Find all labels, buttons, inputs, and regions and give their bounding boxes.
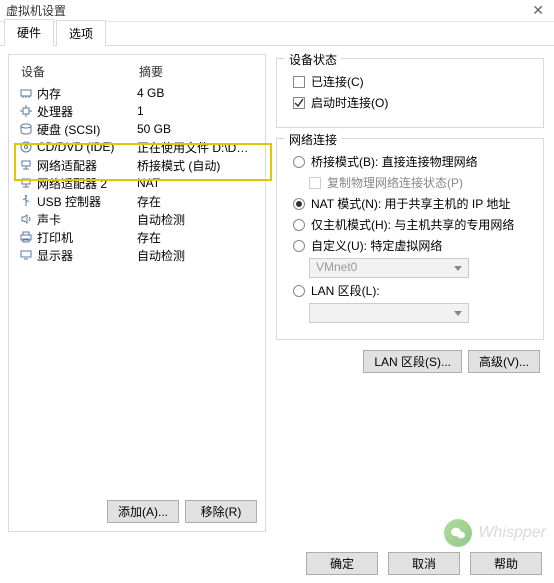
bridge-label: 桥接模式(B): 直接连接物理网络 xyxy=(311,153,478,170)
device-summary: 存在 xyxy=(137,193,255,210)
bridge-radio[interactable] xyxy=(293,156,305,168)
bridge-replicate-label: 复制物理网络连接状态(P) xyxy=(327,174,463,191)
help-button[interactable]: 帮助 xyxy=(470,552,542,575)
lan-segment-select xyxy=(309,303,469,323)
device-name: 内存 xyxy=(37,85,137,102)
sound-icon xyxy=(19,213,33,225)
device-row[interactable]: 网络适配器桥接模式 (自动) xyxy=(15,156,259,174)
device-row[interactable]: 显示器自动检测 xyxy=(15,246,259,264)
custom-radio[interactable] xyxy=(293,240,305,252)
device-status-group: 设备状态 已连接(C) 启动时连接(O) xyxy=(276,58,544,128)
device-summary: 1 xyxy=(137,104,255,118)
tab-options[interactable]: 选项 xyxy=(56,20,106,46)
title-bar: 虚拟机设置 ✕ xyxy=(0,0,554,22)
device-summary: 50 GB xyxy=(137,122,255,136)
device-summary: 自动检测 xyxy=(137,211,255,228)
device-name: CD/DVD (IDE) xyxy=(37,140,137,154)
header-summary: 摘要 xyxy=(139,63,163,80)
device-name: 硬盘 (SCSI) xyxy=(37,121,137,138)
device-panel: 设备 摘要 内存4 GB处理器1硬盘 (SCSI)50 GBCD/DVD (ID… xyxy=(8,54,266,532)
advanced-button[interactable]: 高级(V)... xyxy=(468,350,540,373)
device-name: 打印机 xyxy=(37,229,137,246)
hostonly-radio[interactable] xyxy=(293,219,305,231)
close-icon[interactable]: ✕ xyxy=(528,2,548,19)
remove-button[interactable]: 移除(R) xyxy=(185,500,257,523)
nat-radio[interactable] xyxy=(293,198,305,210)
lan-radio[interactable] xyxy=(293,285,305,297)
device-name: 显示器 xyxy=(37,247,137,264)
dialog-footer: 确定 取消 帮助 xyxy=(306,552,542,575)
printer-icon xyxy=(19,231,33,243)
connect-on-power-label: 启动时连接(O) xyxy=(311,94,388,111)
device-name: 网络适配器 2 xyxy=(37,175,137,192)
device-row[interactable]: 声卡自动检测 xyxy=(15,210,259,228)
device-summary: 自动检测 xyxy=(137,247,255,264)
device-row[interactable]: 硬盘 (SCSI)50 GB xyxy=(15,120,259,138)
custom-network-select: VMnet0 xyxy=(309,258,469,278)
device-name: 声卡 xyxy=(37,211,137,228)
cancel-button[interactable]: 取消 xyxy=(388,552,460,575)
device-summary: NAT xyxy=(137,176,255,190)
network-connection-group: 网络连接 桥接模式(B): 直接连接物理网络 复制物理网络连接状态(P) NAT… xyxy=(276,138,544,340)
network-icon xyxy=(19,159,33,171)
device-list-header: 设备 摘要 xyxy=(15,61,259,84)
wechat-icon xyxy=(444,519,472,547)
custom-label: 自定义(U): 特定虚拟网络 xyxy=(311,237,442,254)
add-button[interactable]: 添加(A)... xyxy=(107,500,179,523)
device-row[interactable]: USB 控制器存在 xyxy=(15,192,259,210)
cpu-icon xyxy=(19,105,33,117)
settings-panel: 设备状态 已连接(C) 启动时连接(O) 网络连接 桥接模式(B): 直接连接物… xyxy=(274,54,546,532)
ok-button[interactable]: 确定 xyxy=(306,552,378,575)
device-summary: 存在 xyxy=(137,229,255,246)
watermark-text: Whispper xyxy=(478,524,546,542)
device-summary: 桥接模式 (自动) xyxy=(137,157,255,174)
disk-icon xyxy=(19,123,33,135)
cd-icon xyxy=(19,141,33,153)
device-summary: 4 GB xyxy=(137,86,255,100)
device-row[interactable]: 打印机存在 xyxy=(15,228,259,246)
device-row[interactable]: 处理器1 xyxy=(15,102,259,120)
device-row[interactable]: 内存4 GB xyxy=(15,84,259,102)
memory-icon xyxy=(19,87,33,99)
device-name: 处理器 xyxy=(37,103,137,120)
display-icon xyxy=(19,249,33,261)
lan-label: LAN 区段(L): xyxy=(311,282,380,299)
group-title-status: 设备状态 xyxy=(285,51,341,68)
device-list: 内存4 GB处理器1硬盘 (SCSI)50 GBCD/DVD (IDE)正在使用… xyxy=(15,84,259,494)
tab-hardware[interactable]: 硬件 xyxy=(4,19,54,46)
tab-bar: 硬件 选项 xyxy=(0,22,554,46)
device-summary: 正在使用文件 D:\Download\Ku... xyxy=(137,139,255,156)
nat-label: NAT 模式(N): 用于共享主机的 IP 地址 xyxy=(311,195,510,212)
header-device: 设备 xyxy=(21,63,139,80)
network-icon xyxy=(19,177,33,189)
usb-icon xyxy=(19,195,33,207)
watermark: Whispper xyxy=(444,519,546,547)
device-row[interactable]: 网络适配器 2NAT xyxy=(15,174,259,192)
connected-checkbox[interactable] xyxy=(293,76,305,88)
connect-on-power-checkbox[interactable] xyxy=(293,97,305,109)
hostonly-label: 仅主机模式(H): 与主机共享的专用网络 xyxy=(311,216,514,233)
device-row[interactable]: CD/DVD (IDE)正在使用文件 D:\Download\Ku... xyxy=(15,138,259,156)
lan-segments-button[interactable]: LAN 区段(S)... xyxy=(363,350,462,373)
device-name: 网络适配器 xyxy=(37,157,137,174)
group-title-conn: 网络连接 xyxy=(285,131,341,148)
device-name: USB 控制器 xyxy=(37,193,137,210)
connected-label: 已连接(C) xyxy=(311,73,364,90)
bridge-replicate-checkbox xyxy=(309,177,321,189)
window-title: 虚拟机设置 xyxy=(6,2,66,19)
